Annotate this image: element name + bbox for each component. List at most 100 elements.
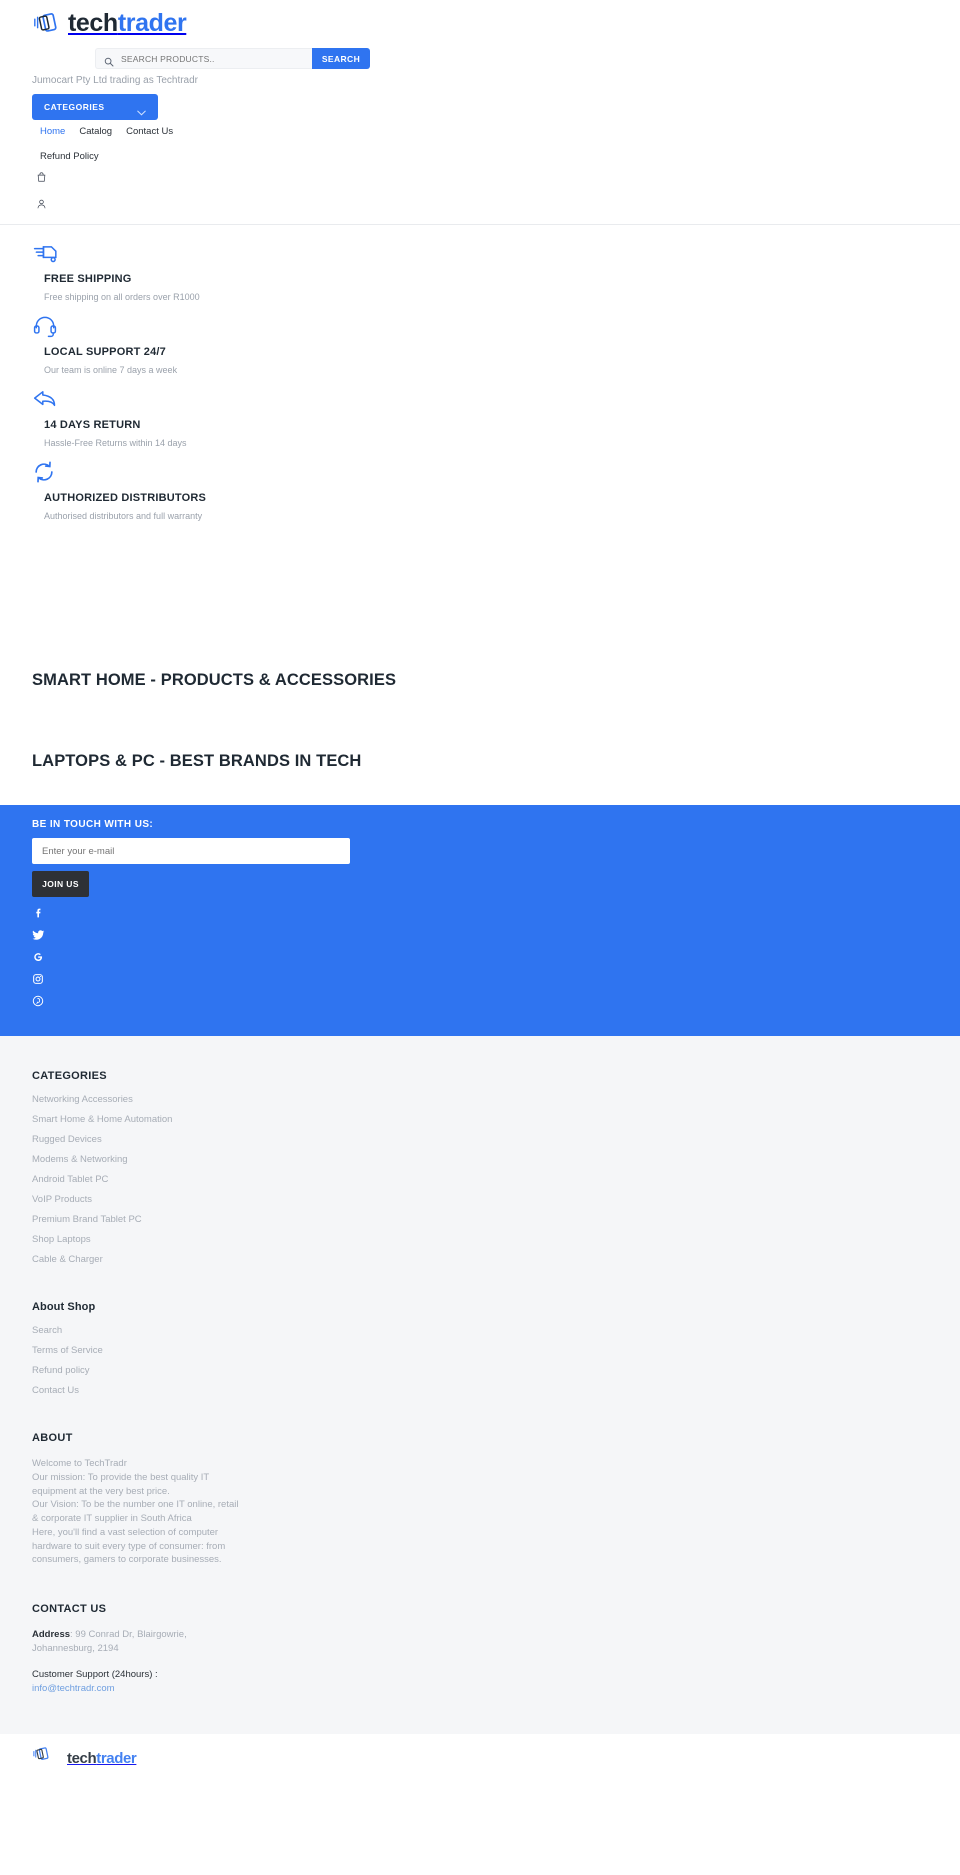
feature-text: Hassle-Free Returns within 14 days bbox=[44, 438, 187, 448]
feature-title: FREE SHIPPING bbox=[44, 273, 132, 285]
footer-block-categories: CATEGORIES Networking Accessories Smart … bbox=[32, 1070, 960, 1265]
header-icon-stack bbox=[0, 162, 960, 215]
newsletter-join-button[interactable]: JOIN US bbox=[32, 871, 89, 897]
nav-item-contact-us[interactable]: Contact Us bbox=[126, 126, 173, 137]
collections-section: SMART HOME - PRODUCTS & ACCESSORIES LAPT… bbox=[0, 521, 960, 771]
feature-authorized-distributors: AUTHORIZED DISTRIBUTORS Authorised distr… bbox=[0, 458, 960, 521]
logo-row: techtrader bbox=[0, 0, 960, 38]
footer-logo-text-trader: trader bbox=[96, 1750, 137, 1768]
footer-link-shop-laptops[interactable]: Shop Laptops bbox=[32, 1234, 960, 1245]
nav-item-catalog[interactable]: Catalog bbox=[79, 126, 112, 137]
footer-link-modems-networking[interactable]: Modems & Networking bbox=[32, 1154, 960, 1165]
delivery-truck-icon bbox=[32, 239, 960, 267]
cart-icon[interactable] bbox=[36, 170, 960, 188]
google-icon[interactable] bbox=[32, 950, 46, 964]
footer-heading-about-shop: About Shop bbox=[32, 1301, 96, 1313]
site-footer: CATEGORIES Networking Accessories Smart … bbox=[0, 1036, 960, 1734]
about-line: consumers, gamers to corporate businesse… bbox=[32, 1554, 222, 1566]
footer-link-premium-brand-tablet-pc[interactable]: Premium Brand Tablet PC bbox=[32, 1214, 960, 1225]
address-line-1: : 99 Conrad Dr, Blairgowrie, bbox=[70, 1629, 187, 1641]
footer-bottom-bar: techtrader bbox=[0, 1733, 960, 1774]
about-line: Our mission: To provide the best quality… bbox=[32, 1471, 210, 1483]
about-line: Our Vision: To be the number one IT onli… bbox=[32, 1499, 239, 1511]
feature-text: Authorised distributors and full warrant… bbox=[44, 511, 203, 521]
site-logo[interactable]: techtrader bbox=[32, 8, 960, 38]
collection-title-smart-home: SMART HOME - PRODUCTS & ACCESSORIES bbox=[32, 671, 397, 689]
phones-logo-icon bbox=[32, 8, 62, 38]
search-button[interactable]: SEARCH bbox=[312, 48, 370, 69]
footer-heading-contact-us: CONTACT US bbox=[32, 1603, 107, 1616]
site-header: techtrader SEARCH Jumocart Pty Ltd tradi… bbox=[0, 0, 960, 225]
feature-days-return: 14 DAYS RETURN Hassle-Free Returns withi… bbox=[0, 385, 960, 448]
footer-heading-about: ABOUT bbox=[32, 1432, 73, 1444]
logo-text-tech: tech bbox=[68, 8, 118, 37]
feature-text: Our team is online 7 days a week bbox=[44, 365, 178, 375]
about-line: equipment at the very best price. bbox=[32, 1485, 170, 1497]
search-input[interactable] bbox=[121, 53, 304, 64]
categories-row: CATEGORIES bbox=[0, 86, 960, 120]
logo-text-trader: trader bbox=[117, 8, 187, 37]
collection-title-laptops-pc: LAPTOPS & PC - BEST BRANDS IN TECH bbox=[32, 752, 362, 770]
footer-link-refund-policy[interactable]: Refund policy bbox=[32, 1365, 960, 1376]
feature-local-support: LOCAL SUPPORT 24/7 Our team is online 7 … bbox=[0, 312, 960, 375]
footer-logo[interactable]: techtrader bbox=[32, 1744, 960, 1774]
nav-item-home[interactable]: Home bbox=[40, 126, 65, 137]
footer-block-contact: CONTACT US Address: 99 Conrad Dr, Blairg… bbox=[32, 1603, 960, 1694]
account-icon[interactable] bbox=[36, 197, 960, 215]
return-arrow-icon bbox=[32, 385, 960, 413]
footer-link-rugged-devices[interactable]: Rugged Devices bbox=[32, 1134, 960, 1145]
address-label: Address bbox=[32, 1629, 71, 1641]
customer-support-label: Customer Support (24hours) : bbox=[32, 1668, 158, 1680]
footer-block-about: ABOUT Welcome to TechTradr Our mission: … bbox=[32, 1432, 960, 1567]
footer-link-voip-products[interactable]: VoIP Products bbox=[32, 1194, 960, 1205]
instagram-icon[interactable] bbox=[32, 972, 46, 986]
phones-logo-icon bbox=[32, 1744, 62, 1774]
categories-dropdown-button[interactable]: CATEGORIES bbox=[32, 94, 158, 120]
footer-link-contact-us[interactable]: Contact Us bbox=[32, 1385, 960, 1396]
social-links bbox=[32, 906, 960, 1008]
about-line: Welcome to TechTradr bbox=[32, 1458, 127, 1469]
support-email-link[interactable]: info@techtradr.com bbox=[32, 1683, 960, 1694]
about-line: Here, you'll find a vast selection of co… bbox=[32, 1526, 219, 1538]
feature-free-shipping: FREE SHIPPING Free shipping on all order… bbox=[0, 239, 960, 302]
feature-title: 14 DAYS RETURN bbox=[44, 419, 141, 431]
refresh-cycle-icon bbox=[32, 458, 960, 486]
pinterest-icon[interactable] bbox=[32, 994, 46, 1008]
section-spacer bbox=[0, 771, 960, 805]
headset-icon bbox=[32, 312, 960, 340]
newsletter-section: BE IN TOUCH WITH US: JOIN US bbox=[0, 805, 960, 1036]
chevron-down-icon bbox=[137, 104, 146, 116]
search-row: SEARCH bbox=[0, 38, 960, 69]
footer-logo-wordmark: techtrader bbox=[67, 1750, 137, 1768]
footer-about-shop-list: Search Terms of Service Refund policy Co… bbox=[32, 1325, 960, 1396]
twitter-icon[interactable] bbox=[32, 928, 46, 942]
search-icon bbox=[104, 54, 114, 66]
search-form: SEARCH bbox=[95, 48, 370, 69]
newsletter-email-input[interactable] bbox=[32, 838, 350, 864]
main-nav: Home Catalog Contact Us Refund Policy bbox=[0, 120, 220, 162]
categories-button-label: CATEGORIES bbox=[44, 102, 105, 112]
footer-link-networking-accessories[interactable]: Networking Accessories bbox=[32, 1094, 960, 1105]
footer-block-about-shop: About Shop Search Terms of Service Refun… bbox=[32, 1301, 960, 1396]
feature-title: LOCAL SUPPORT 24/7 bbox=[44, 346, 166, 358]
footer-link-cable-charger[interactable]: Cable & Charger bbox=[32, 1254, 960, 1265]
features-section: FREE SHIPPING Free shipping on all order… bbox=[0, 225, 960, 521]
facebook-icon[interactable] bbox=[32, 906, 46, 920]
footer-link-android-tablet-pc[interactable]: Android Tablet PC bbox=[32, 1174, 960, 1185]
footer-heading-categories: CATEGORIES bbox=[32, 1070, 107, 1082]
footer-link-search[interactable]: Search bbox=[32, 1325, 960, 1336]
footer-link-terms-of-service[interactable]: Terms of Service bbox=[32, 1345, 960, 1356]
footer-link-smart-home[interactable]: Smart Home & Home Automation bbox=[32, 1114, 960, 1125]
newsletter-title: BE IN TOUCH WITH US: bbox=[32, 819, 154, 830]
footer-categories-list: Networking Accessories Smart Home & Home… bbox=[32, 1094, 960, 1265]
footer-about-text: Welcome to TechTradr Our mission: To pro… bbox=[32, 1457, 960, 1567]
nav-item-refund-policy[interactable]: Refund Policy bbox=[40, 151, 99, 162]
about-line: & corporate IT supplier in South Africa bbox=[32, 1513, 192, 1525]
footer-logo-text-tech: tech bbox=[67, 1750, 97, 1768]
collection-products-placeholder bbox=[32, 690, 960, 752]
feature-text: Free shipping on all orders over R1000 bbox=[44, 292, 200, 302]
search-box[interactable] bbox=[95, 48, 312, 69]
footer-address: Address: 99 Conrad Dr, Blairgowrie, Joha… bbox=[32, 1628, 960, 1657]
feature-title: AUTHORIZED DISTRIBUTORS bbox=[44, 492, 207, 504]
address-line-2: Johannesburg, 2194 bbox=[32, 1643, 119, 1655]
